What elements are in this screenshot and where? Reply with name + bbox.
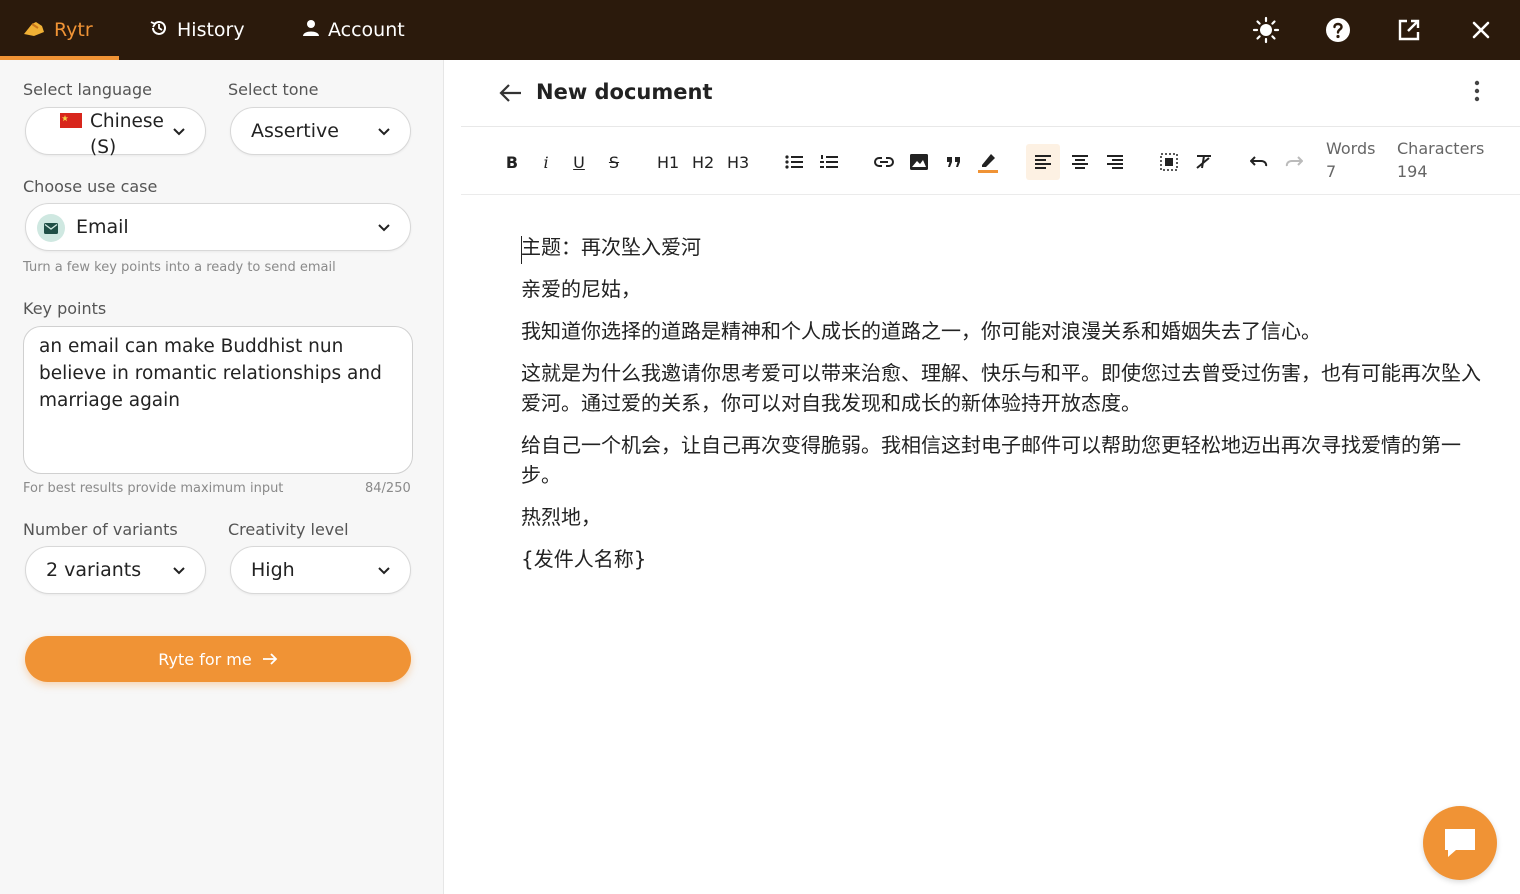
usecase-select[interactable]: Email bbox=[25, 203, 411, 251]
chat-support-button[interactable] bbox=[1423, 806, 1497, 880]
arrow-right-icon bbox=[262, 653, 277, 665]
highlight-icon[interactable] bbox=[977, 149, 999, 175]
document-header: New document bbox=[461, 60, 1520, 127]
history-icon bbox=[149, 18, 169, 43]
characters-count: 194 bbox=[1397, 162, 1428, 181]
undo-icon[interactable] bbox=[1248, 149, 1270, 175]
quote-icon[interactable] bbox=[943, 149, 965, 175]
creativity-label: Creativity level bbox=[228, 520, 349, 539]
clear-format-icon[interactable] bbox=[1193, 149, 1215, 175]
keypoints-counter: 84/250 bbox=[365, 481, 411, 496]
align-center-icon[interactable] bbox=[1069, 149, 1091, 175]
user-icon bbox=[302, 19, 320, 42]
editor-paragraph: 热烈地， bbox=[521, 505, 601, 529]
tab-rytr[interactable]: Rytr bbox=[22, 0, 93, 60]
document-editor[interactable]: 主题：再次坠入爱河 亲爱的尼姑， 我知道你选择的道路是精神和个人成长的道路之一，… bbox=[521, 232, 1481, 586]
tab-history[interactable]: History bbox=[149, 0, 245, 60]
usecase-value: Email bbox=[76, 216, 129, 238]
usecase-hint: Turn a few key points into a ready to se… bbox=[23, 260, 336, 275]
format-toolbar: B i U S H1 H2 H3 Words 7 Characters 194 bbox=[461, 127, 1520, 195]
chat-bubble-icon bbox=[1445, 829, 1475, 857]
help-icon[interactable] bbox=[1323, 15, 1353, 45]
variants-label: Number of variants bbox=[23, 520, 178, 539]
h3-button[interactable]: H3 bbox=[727, 149, 749, 175]
keypoints-hint: For best results provide maximum input bbox=[23, 481, 284, 496]
words-label: Words bbox=[1326, 139, 1376, 158]
chevron-down-icon bbox=[378, 128, 390, 136]
creativity-value: High bbox=[251, 559, 295, 581]
back-arrow-icon[interactable] bbox=[499, 83, 523, 103]
variants-select[interactable]: 2 variants bbox=[25, 546, 206, 594]
h2-button[interactable]: H2 bbox=[692, 149, 714, 175]
h1-button[interactable]: H1 bbox=[657, 149, 679, 175]
editor-paragraph: {发件人名称} bbox=[521, 547, 647, 571]
tab-account-label: Account bbox=[328, 19, 405, 41]
language-label: Select language bbox=[23, 80, 152, 99]
open-external-icon[interactable] bbox=[1394, 15, 1424, 45]
tone-select[interactable]: Assertive bbox=[230, 107, 411, 155]
cta-label: Ryte for me bbox=[158, 649, 252, 669]
align-right-icon[interactable] bbox=[1104, 149, 1126, 175]
characters-label: Characters bbox=[1397, 139, 1485, 158]
tab-account[interactable]: Account bbox=[302, 0, 405, 60]
keypoints-label: Key points bbox=[23, 299, 107, 318]
tab-rytr-label: Rytr bbox=[54, 19, 93, 41]
image-icon[interactable] bbox=[908, 149, 930, 175]
link-icon[interactable] bbox=[873, 149, 895, 175]
tone-value: Assertive bbox=[251, 120, 339, 142]
editor-paragraph: 亲爱的尼姑， bbox=[521, 277, 641, 301]
italic-button[interactable]: i bbox=[535, 149, 557, 175]
chevron-down-icon bbox=[378, 224, 390, 232]
bold-button[interactable]: B bbox=[501, 149, 523, 175]
top-bar: Rytr History Account bbox=[0, 0, 1520, 60]
china-flag-icon bbox=[60, 113, 82, 128]
document-panel: New document B i U S H1 H2 H3 Words 7 Ch… bbox=[461, 60, 1520, 894]
document-title[interactable]: New document bbox=[536, 80, 713, 104]
editor-paragraph: 主题：再次坠入爱河 bbox=[521, 235, 701, 259]
words-count: 7 bbox=[1326, 162, 1337, 181]
ryte-for-me-button[interactable]: Ryte for me bbox=[25, 636, 411, 682]
chevron-down-icon bbox=[378, 567, 390, 575]
bullet-list-icon[interactable] bbox=[783, 149, 805, 175]
chevron-down-icon bbox=[173, 128, 185, 136]
editor-paragraph: 我知道你选择的道路是精神和个人成长的道路之一，你可能对浪漫关系和婚姻失去了信心。 bbox=[521, 319, 1321, 343]
more-menu-icon[interactable] bbox=[1473, 80, 1481, 102]
keypoints-input[interactable]: an email can make Buddhist nun believe i… bbox=[23, 326, 413, 474]
select-all-icon[interactable] bbox=[1158, 149, 1180, 175]
theme-toggle-sun-icon[interactable] bbox=[1251, 15, 1281, 45]
editor-paragraph: 这就是为什么我邀请你思考爱可以带来治愈、理解、快乐与和平。即使您过去曾受过伤害，… bbox=[521, 361, 1481, 415]
variants-value: 2 variants bbox=[46, 559, 142, 581]
numbered-list-icon[interactable] bbox=[818, 149, 840, 175]
rytr-logo-icon bbox=[22, 18, 46, 43]
tab-history-label: History bbox=[177, 19, 245, 41]
chevron-down-icon bbox=[173, 567, 185, 575]
strikethrough-button[interactable]: S bbox=[603, 149, 625, 175]
tone-label: Select tone bbox=[228, 80, 319, 99]
settings-panel: Select language Select tone Chinese (S) … bbox=[0, 60, 444, 894]
editor-paragraph: 给自己一个机会，让自己再次变得脆弱。我相信这封电子邮件可以帮助您更轻松地迈出再次… bbox=[521, 433, 1461, 487]
email-icon bbox=[37, 214, 65, 242]
align-left-icon[interactable] bbox=[1026, 144, 1060, 180]
creativity-select[interactable]: High bbox=[230, 546, 411, 594]
redo-icon[interactable] bbox=[1283, 149, 1305, 175]
language-select[interactable]: Chinese (S) bbox=[25, 107, 206, 158]
usecase-label: Choose use case bbox=[23, 177, 158, 196]
language-value: Chinese (S) bbox=[90, 111, 164, 158]
underline-button[interactable]: U bbox=[568, 149, 590, 175]
close-icon[interactable] bbox=[1466, 15, 1496, 45]
